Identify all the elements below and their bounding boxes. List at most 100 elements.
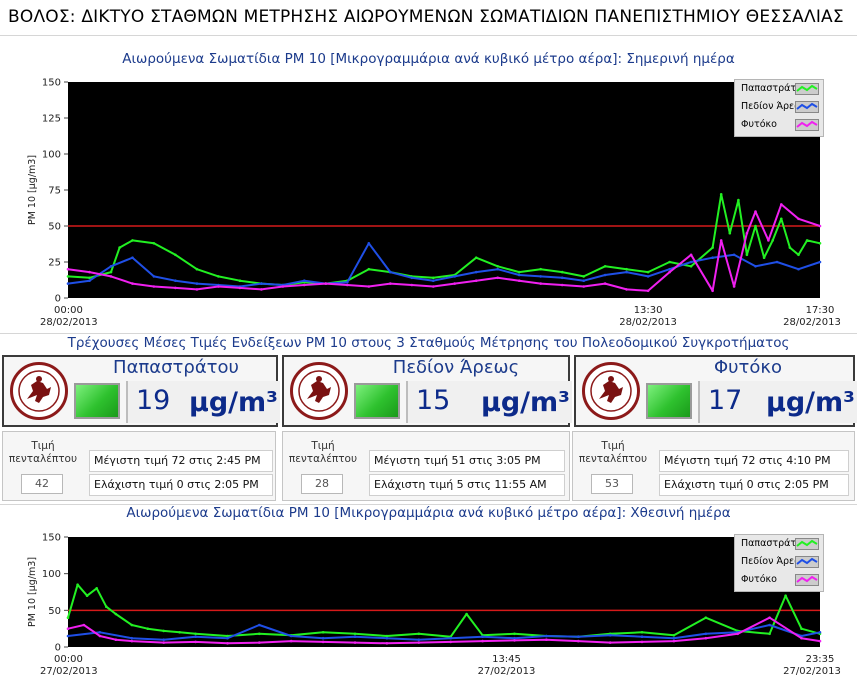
data-point: [704, 616, 708, 619]
today-chart-title: Αιωρούμενα Σωματίδια PM 10 [Μικρογραμμάρ…: [122, 51, 735, 67]
data-point: [453, 282, 457, 285]
legend-swatch: [795, 83, 819, 95]
data-point: [303, 283, 306, 287]
data-point: [66, 267, 70, 271]
data-point: [130, 639, 134, 643]
y-tick-label: 125: [42, 114, 61, 125]
university-seal-icon: [582, 362, 640, 420]
data-point: [818, 242, 822, 245]
data-point: [640, 635, 644, 638]
legend-item: Πεδίον Άρεως: [741, 555, 823, 571]
y-axis-label: PM 10 [μg/m3]: [27, 557, 38, 627]
data-point: [281, 285, 285, 288]
data-point: [385, 642, 389, 645]
data-point: [640, 631, 644, 634]
data-point: [560, 283, 564, 287]
data-point: [85, 594, 89, 597]
data-point: [517, 270, 521, 274]
data-point: [162, 629, 165, 633]
yesterday-chart: 050100150PM 10 [μg/m3]00:0027/02/201313:…: [27, 533, 841, 678]
data-point: [289, 639, 293, 643]
data-point: [762, 256, 766, 259]
data-point: [417, 641, 421, 644]
data-point: [608, 641, 612, 644]
data-point: [582, 285, 585, 288]
data-point: [131, 256, 134, 259]
data-point: [178, 631, 181, 634]
max-value-text: Μέγιστη τιμή 72 στις 2:45 PM: [89, 450, 273, 472]
legend-item: Πεδίον Άρεως: [741, 100, 823, 116]
data-point: [818, 631, 822, 634]
data-point: [754, 210, 757, 213]
five-minute-label: Τιμή πενταλέπτου: [288, 440, 358, 465]
data-point: [465, 612, 468, 616]
data-point: [719, 193, 723, 196]
data-point: [432, 279, 435, 282]
data-point: [818, 639, 822, 643]
data-point: [784, 594, 787, 597]
current-value: 17: [708, 385, 743, 416]
y-tick-label: 50: [48, 222, 61, 233]
station-stats-papastratou: Τιμή πενταλέπτου 42 Μέγιστη τιμή 72 στις…: [2, 431, 276, 501]
station-name: Πεδίον Άρεως: [392, 357, 520, 378]
x-tick-time: 23:35: [806, 654, 835, 665]
data-point: [481, 639, 484, 643]
five-minute-value: 53: [591, 474, 633, 494]
today-chart-legend: Παπαστράτου Πεδίον Άρεως Φυτόκο: [734, 79, 824, 137]
max-value-text: Μέγιστη τιμή 51 στις 3:05 PM: [369, 450, 565, 472]
data-point: [432, 285, 435, 288]
y-tick-label: 150: [42, 78, 61, 89]
data-point: [289, 634, 293, 638]
data-point: [689, 265, 693, 268]
data-point: [780, 217, 783, 221]
data-point: [474, 256, 478, 259]
data-point: [560, 276, 564, 280]
data-point: [162, 638, 165, 641]
data-point: [118, 246, 121, 249]
plot-area: [68, 537, 820, 647]
legend-swatch: [795, 556, 819, 568]
data-point: [513, 639, 516, 642]
data-point: [88, 270, 91, 274]
data-point: [672, 636, 676, 640]
data-point: [195, 288, 199, 291]
x-tick-time: 13:30: [634, 305, 663, 316]
data-point: [152, 242, 156, 245]
data-point: [217, 285, 220, 288]
y-tick-label: 100: [42, 150, 61, 161]
data-point: [303, 279, 306, 282]
data-point: [98, 631, 102, 634]
data-point: [66, 275, 70, 278]
data-point: [768, 632, 771, 636]
data-point: [767, 239, 770, 242]
data-point: [152, 285, 156, 288]
x-tick-time: 00:00: [54, 305, 83, 316]
data-point: [389, 282, 392, 285]
data-point: [800, 636, 803, 640]
data-point: [771, 239, 774, 242]
five-minute-label: Τιμή πενταλέπτου: [578, 440, 648, 465]
data-point: [449, 636, 453, 640]
current-value: 19: [136, 385, 171, 416]
legend-swatch: [795, 101, 819, 113]
data-point: [625, 270, 628, 274]
data-point: [88, 279, 91, 282]
data-point: [728, 231, 732, 235]
x-tick-date: 27/02/2013: [478, 666, 536, 677]
data-point: [625, 267, 628, 271]
data-point: [417, 638, 421, 641]
data-point: [66, 616, 70, 619]
data-point: [194, 640, 197, 644]
data-point: [646, 289, 650, 293]
data-point: [625, 288, 628, 291]
data-point: [481, 635, 484, 638]
status-led: [354, 383, 400, 419]
data-point: [474, 279, 478, 282]
data-point: [258, 641, 261, 644]
section-title: Τρέχουσες Μέσες Τιμές Ενδείξεων PM 10 στ…: [67, 335, 790, 351]
data-point: [226, 636, 229, 640]
data-point: [517, 279, 521, 282]
data-point: [432, 276, 435, 280]
data-point: [367, 267, 371, 271]
data-point: [258, 623, 261, 627]
